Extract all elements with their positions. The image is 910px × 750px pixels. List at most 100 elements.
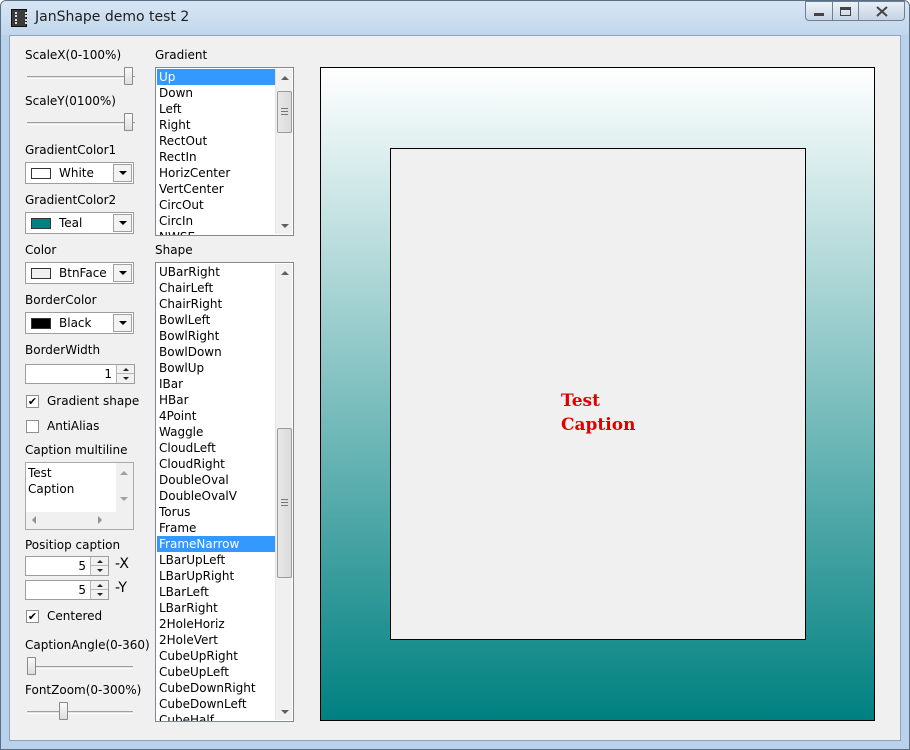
shape-list-item[interactable]: 4Point bbox=[157, 408, 275, 424]
shape-list-item[interactable]: UBarRight bbox=[157, 264, 275, 280]
shape-listbox[interactable]: UBarRight ChairLeft ChairRight BowlLeft Bowl… bbox=[155, 262, 294, 722]
shape-list-item[interactable]: BowlDown bbox=[157, 344, 275, 360]
font-zoom-slider[interactable] bbox=[25, 701, 135, 723]
spin-down-button[interactable] bbox=[117, 374, 134, 383]
gradient-list-item[interactable]: Right bbox=[157, 117, 275, 133]
gradient-color1-combo[interactable]: White bbox=[25, 162, 134, 184]
gradient-list-item[interactable]: Down bbox=[157, 85, 275, 101]
shape-list-item[interactable]: BowlUp bbox=[157, 360, 275, 376]
combo-value: Black bbox=[59, 316, 92, 330]
shape-list-item[interactable]: LBarUpLeft bbox=[157, 552, 275, 568]
shape-list-item[interactable]: HBar bbox=[157, 392, 275, 408]
shape-list-item[interactable]: CubeUpLeft bbox=[157, 664, 275, 680]
caption-y-spin[interactable]: 5 bbox=[25, 580, 109, 600]
shape-list-item[interactable]: CubeUpRight bbox=[157, 648, 275, 664]
dropdown-button[interactable] bbox=[113, 214, 132, 232]
gradient-list-item[interactable]: HorizCenter bbox=[157, 165, 275, 181]
scroll-thumb[interactable] bbox=[277, 428, 292, 578]
shape-list-item[interactable]: ChairLeft bbox=[157, 280, 275, 296]
gradient-list-item[interactable]: RectIn bbox=[157, 149, 275, 165]
title-bar[interactable]: JanShape demo test 2 bbox=[1, 1, 909, 35]
shape-list-item[interactable]: Frame bbox=[157, 520, 275, 536]
shape-list-item[interactable]: CloudLeft bbox=[157, 440, 275, 456]
shape-list-item[interactable]: BowlRight bbox=[157, 328, 275, 344]
arrow-left-icon bbox=[32, 516, 36, 524]
shape-list-item[interactable]: FrameNarrow bbox=[157, 536, 275, 552]
shape-list-item[interactable]: CubeDownRight bbox=[157, 680, 275, 696]
shape-list-item[interactable]: ChairRight bbox=[157, 296, 275, 312]
y-suffix-label: -Y bbox=[115, 580, 127, 596]
combo-value: Teal bbox=[59, 216, 83, 230]
spin-up-button[interactable] bbox=[91, 557, 108, 566]
shape-list-item[interactable]: 2HoleVert bbox=[157, 632, 275, 648]
shape-list-item[interactable]: DoubleOvalV bbox=[157, 488, 275, 504]
frame-narrow-shape: Test Caption bbox=[390, 148, 806, 640]
caption-x-spin[interactable]: 5 bbox=[25, 556, 109, 576]
x-suffix-label: -X bbox=[115, 556, 129, 572]
gradient-list-item[interactable]: CircOut bbox=[157, 197, 275, 213]
spin-up-button[interactable] bbox=[117, 365, 134, 374]
color-label: Color bbox=[25, 243, 57, 257]
maximize-icon bbox=[840, 6, 851, 16]
scroll-up-button[interactable] bbox=[276, 264, 293, 281]
shape-list-item[interactable]: LBarUpRight bbox=[157, 568, 275, 584]
anti-alias-checkbox[interactable]: AntiAlias bbox=[26, 418, 99, 434]
shape-list-item[interactable]: LBarLeft bbox=[157, 584, 275, 600]
scroll-down-button[interactable] bbox=[276, 217, 293, 234]
caption-angle-thumb[interactable] bbox=[27, 657, 36, 675]
shape-list-item[interactable]: BowlLeft bbox=[157, 312, 275, 328]
border-color-combo[interactable]: Black bbox=[25, 312, 134, 334]
gradient-list-item[interactable]: VertCenter bbox=[157, 181, 275, 197]
app-window: JanShape demo test 2 ScaleX(0-100%) Scal… bbox=[0, 0, 910, 750]
dropdown-button[interactable] bbox=[113, 314, 132, 332]
centered-checkbox[interactable]: ✔ Centered bbox=[26, 608, 102, 624]
minimize-button[interactable] bbox=[805, 1, 833, 21]
shape-list-item[interactable]: DoubleOval bbox=[157, 472, 275, 488]
scroll-down-button[interactable] bbox=[276, 703, 293, 720]
scale-x-thumb[interactable] bbox=[124, 67, 133, 85]
spin-up-button[interactable] bbox=[91, 581, 108, 590]
caption-multiline-label: Caption multiline bbox=[25, 443, 128, 457]
shape-list-item[interactable]: CloudRight bbox=[157, 456, 275, 472]
gradient-list-item[interactable]: NWSE bbox=[157, 229, 275, 235]
scale-y-thumb[interactable] bbox=[124, 113, 133, 131]
scale-x-label: ScaleX(0-100%) bbox=[25, 48, 122, 62]
gradient-shape-checkbox[interactable]: ✔ Gradient shape bbox=[26, 393, 139, 409]
gradient-color2-combo[interactable]: Teal bbox=[25, 212, 134, 234]
scroll-up-button[interactable] bbox=[276, 69, 293, 86]
arrow-down-icon bbox=[122, 377, 129, 380]
scroll-thumb[interactable] bbox=[277, 91, 292, 133]
maximize-button[interactable] bbox=[833, 1, 859, 21]
client-area: ScaleX(0-100%) ScaleY(0100%) GradientCol… bbox=[9, 35, 901, 741]
shape-list-item[interactable]: Torus bbox=[157, 504, 275, 520]
border-width-spin[interactable]: 1 bbox=[25, 364, 135, 384]
memo-horizontal-scrollbar[interactable] bbox=[26, 512, 116, 529]
caption-memo[interactable]: Test Caption bbox=[25, 462, 134, 530]
caption-angle-slider[interactable] bbox=[25, 656, 135, 678]
vertical-scrollbar[interactable] bbox=[275, 69, 292, 234]
gradient-list-item[interactable]: CircIn bbox=[157, 213, 275, 229]
shape-list-item[interactable]: CubeHalf bbox=[157, 712, 275, 721]
font-zoom-thumb[interactable] bbox=[59, 702, 68, 720]
shape-list-item[interactable]: 2HoleHoriz bbox=[157, 616, 275, 632]
close-button[interactable] bbox=[859, 1, 905, 21]
vertical-scrollbar[interactable] bbox=[275, 264, 292, 720]
dropdown-button[interactable] bbox=[113, 164, 132, 182]
gradient-listbox[interactable]: Up Down Left Right RectOut RectIn HorizCenter V… bbox=[155, 67, 294, 236]
scale-x-slider[interactable] bbox=[25, 66, 137, 88]
memo-vertical-scrollbar[interactable] bbox=[116, 463, 133, 513]
shape-list-item[interactable]: CubeDownLeft bbox=[157, 696, 275, 712]
gradient-list-item[interactable]: Left bbox=[157, 101, 275, 117]
arrow-down-icon bbox=[96, 593, 103, 596]
spin-down-button[interactable] bbox=[91, 566, 108, 575]
spin-down-button[interactable] bbox=[91, 590, 108, 599]
color-combo[interactable]: BtnFace bbox=[25, 262, 134, 284]
shape-list-item[interactable]: IBar bbox=[157, 376, 275, 392]
shape-list-item[interactable]: LBarRight bbox=[157, 600, 275, 616]
scale-y-slider[interactable] bbox=[25, 112, 137, 134]
dropdown-button[interactable] bbox=[113, 264, 132, 282]
arrow-down-icon bbox=[120, 497, 128, 501]
gradient-list-item[interactable]: Up bbox=[157, 69, 275, 85]
gradient-list-item[interactable]: RectOut bbox=[157, 133, 275, 149]
shape-list-item[interactable]: Waggle bbox=[157, 424, 275, 440]
